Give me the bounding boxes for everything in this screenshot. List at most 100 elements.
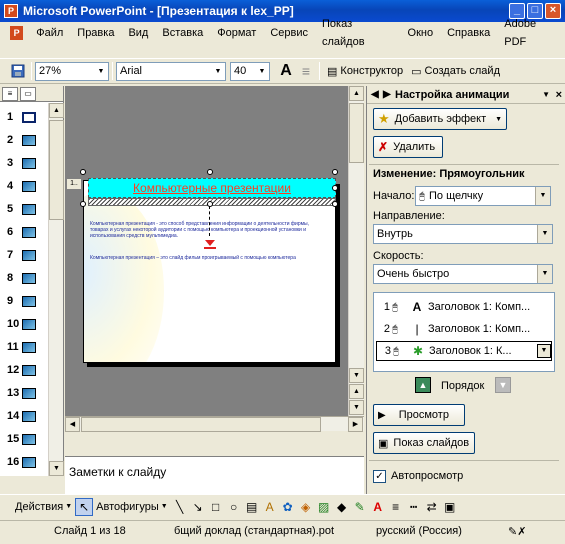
- next-slide-icon[interactable]: ▼: [349, 400, 364, 415]
- tab-outline[interactable]: ≡: [2, 87, 18, 101]
- rectangle-icon[interactable]: □: [207, 498, 225, 516]
- scroll-down-arrow[interactable]: ▼: [349, 368, 364, 383]
- select-pointer-icon[interactable]: ↖: [75, 497, 94, 516]
- fill-color-icon[interactable]: ◆: [333, 498, 351, 516]
- slide-scrollbar[interactable]: ▲ ▼ ▲ ▼: [348, 86, 364, 416]
- menu-file[interactable]: Файл: [29, 24, 70, 42]
- resize-handle[interactable]: [332, 201, 338, 207]
- shadow-icon[interactable]: ▣: [441, 498, 459, 516]
- line-style-icon[interactable]: ≡: [387, 498, 405, 516]
- wordart-icon[interactable]: A: [261, 498, 279, 516]
- slide-thumbnail[interactable]: 6: [0, 223, 50, 241]
- font-size-select[interactable]: 40 ▼: [230, 61, 270, 81]
- animation-item-selected[interactable]: 3 🖰 ✱ Заголовок 1: К... ▼: [376, 341, 552, 361]
- chevron-down-icon[interactable]: ▼: [537, 344, 551, 358]
- animation-item[interactable]: 2 🖰 | Заголовок 1: Комп...: [376, 319, 552, 339]
- slide-thumbnail[interactable]: 8: [0, 269, 50, 287]
- slide-thumbnail[interactable]: 14: [0, 407, 50, 425]
- order-down-icon[interactable]: ▼: [495, 377, 511, 393]
- font-color-icon[interactable]: A: [369, 498, 387, 516]
- dash-style-icon[interactable]: ┅: [405, 498, 423, 516]
- autoshapes-menu[interactable]: Автофигуры ▼: [93, 501, 171, 513]
- menu-slideshow[interactable]: Показ слайдов: [315, 15, 401, 51]
- menu-window[interactable]: Окно: [401, 24, 441, 42]
- speed-select[interactable]: Очень быстро ▼: [373, 264, 553, 284]
- line-icon[interactable]: ╲: [171, 498, 189, 516]
- slide-thumbnail[interactable]: 4: [0, 177, 50, 195]
- actions-menu[interactable]: Действия ▼: [12, 501, 75, 513]
- slide-thumbnail[interactable]: 5: [0, 200, 50, 218]
- forward-arrow-icon[interactable]: ▶: [383, 89, 395, 100]
- horizontal-scrollbar[interactable]: ◀ ▶: [65, 416, 364, 432]
- spellcheck-icon[interactable]: ✎✗: [508, 525, 526, 538]
- scroll-up-arrow[interactable]: ▲: [349, 86, 364, 101]
- arrow-icon[interactable]: ↘: [189, 498, 207, 516]
- motion-path-end-icon[interactable]: [203, 240, 217, 250]
- document-icon[interactable]: P: [10, 26, 24, 40]
- resize-handle[interactable]: [332, 185, 338, 191]
- close-icon[interactable]: ×: [556, 89, 562, 101]
- diagram-icon[interactable]: ✿: [279, 498, 297, 516]
- slide-thumbnail[interactable]: 9: [0, 292, 50, 310]
- back-arrow-icon[interactable]: ◀: [371, 89, 383, 100]
- slide-thumbnail[interactable]: 13: [0, 384, 50, 402]
- slide-thumbnail[interactable]: 15: [0, 430, 50, 448]
- chevron-down-icon[interactable]: ▼: [542, 90, 550, 99]
- chevron-down-icon[interactable]: ▼: [535, 187, 550, 205]
- animation-tag[interactable]: 1..: [66, 178, 82, 190]
- resize-handle[interactable]: [207, 201, 213, 207]
- clipart-icon[interactable]: ◈: [297, 498, 315, 516]
- powerpoint-icon[interactable]: P: [4, 4, 18, 18]
- slide-thumbnail[interactable]: 16: [0, 453, 50, 471]
- scroll-left-arrow[interactable]: ◀: [65, 417, 80, 432]
- menu-format[interactable]: Формат: [210, 24, 263, 42]
- resize-handle[interactable]: [332, 169, 338, 175]
- autopreview-checkbox[interactable]: ✓: [373, 470, 386, 483]
- animation-item[interactable]: 1 🖰 A Заголовок 1: Комп...: [376, 297, 552, 317]
- menu-edit[interactable]: Правка: [70, 24, 121, 42]
- resize-handle[interactable]: [80, 201, 86, 207]
- line-color-icon[interactable]: ✎: [351, 498, 369, 516]
- slide-thumbnail[interactable]: 7: [0, 246, 50, 264]
- scroll-thumb[interactable]: [349, 103, 364, 163]
- menu-adobe-pdf[interactable]: Adobe PDF: [497, 15, 565, 51]
- oval-icon[interactable]: ○: [225, 498, 243, 516]
- zoom-select[interactable]: 27% ▼: [35, 61, 109, 81]
- remove-button[interactable]: ✗ Удалить: [373, 136, 443, 158]
- save-icon[interactable]: [8, 61, 28, 81]
- title-placeholder[interactable]: Компьютерные презентации: [88, 178, 336, 198]
- scroll-thumb[interactable]: [81, 417, 321, 432]
- scroll-right-arrow[interactable]: ▶: [348, 417, 363, 432]
- thumbnails-scrollbar[interactable]: ▲ ▼: [48, 103, 64, 476]
- tab-slides[interactable]: ▭: [20, 87, 36, 101]
- slide-thumbnail[interactable]: 12: [0, 361, 50, 379]
- slide-thumbnail[interactable]: 2: [0, 131, 50, 149]
- prev-slide-icon[interactable]: ▲: [349, 384, 364, 399]
- indent-icon[interactable]: ≡: [296, 61, 316, 81]
- slide-thumbnail[interactable]: 1: [0, 108, 50, 126]
- menu-view[interactable]: Вид: [121, 24, 155, 42]
- scroll-thumb[interactable]: [49, 120, 64, 220]
- scroll-up-arrow[interactable]: ▲: [49, 103, 64, 118]
- slideshow-button[interactable]: ▣ Показ слайдов: [373, 432, 475, 454]
- resize-handle[interactable]: [207, 169, 213, 175]
- start-select[interactable]: 🖰 По щелчку ▼: [415, 186, 551, 206]
- textbox-icon[interactable]: ▤: [243, 498, 261, 516]
- scroll-down-arrow[interactable]: ▼: [49, 461, 64, 476]
- chevron-down-icon[interactable]: ▼: [537, 265, 552, 283]
- chevron-down-icon[interactable]: ▼: [211, 63, 225, 80]
- slide-thumbnail[interactable]: 11: [0, 338, 50, 356]
- picture-icon[interactable]: ▨: [315, 498, 333, 516]
- menu-tools[interactable]: Сервис: [263, 24, 315, 42]
- chevron-down-icon[interactable]: ▼: [537, 225, 552, 243]
- notes-pane[interactable]: Заметки к слайду: [65, 456, 364, 494]
- add-effect-button[interactable]: ★ Добавить эффект ▼: [373, 108, 507, 130]
- direction-select[interactable]: Внутрь ▼: [373, 224, 553, 244]
- menu-help[interactable]: Справка: [440, 24, 497, 42]
- order-up-icon[interactable]: ▲: [415, 377, 431, 393]
- chevron-down-icon[interactable]: ▼: [255, 63, 269, 80]
- create-slide-button[interactable]: ▭ Создать слайд: [407, 65, 504, 78]
- menu-insert[interactable]: Вставка: [155, 24, 210, 42]
- increase-font-icon[interactable]: A: [276, 61, 296, 81]
- designer-button[interactable]: ▤ Конструктор: [323, 65, 407, 78]
